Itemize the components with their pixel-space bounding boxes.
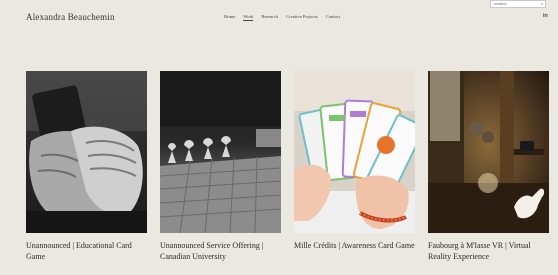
linkedin-icon[interactable]: in (543, 13, 548, 19)
nav-work[interactable]: Work (243, 14, 254, 21)
project-card-1[interactable]: Unannounced | Educational Card Game (26, 71, 147, 262)
project-title-4[interactable]: Faubourg à M'lasse VR | Virtual Reality … (428, 241, 549, 262)
nav-home[interactable]: Home (224, 14, 235, 21)
project-image-2[interactable] (160, 71, 281, 233)
nav-creative-projects[interactable]: Creative Projects (286, 14, 318, 21)
project-card-4[interactable]: Faubourg à M'lasse VR | Virtual Reality … (428, 71, 549, 262)
popup-text: available (494, 2, 507, 6)
status-popup: available × (490, 0, 546, 8)
close-icon[interactable]: × (541, 1, 543, 6)
project-title-1[interactable]: Unannounced | Educational Card Game (26, 241, 147, 262)
project-card-3[interactable]: Mille Crédits | Awareness Card Game (294, 71, 415, 252)
main-nav: Home Work Research Creative Projects Con… (224, 14, 340, 21)
project-title-3[interactable]: Mille Crédits | Awareness Card Game (294, 241, 415, 252)
project-image-1[interactable] (26, 71, 147, 233)
site-title[interactable]: Alexandra Beauchemin (26, 12, 115, 22)
nav-research[interactable]: Research (261, 14, 278, 21)
project-image-4[interactable] (428, 71, 549, 233)
project-card-2[interactable]: Unannounced Service Offering | Canadian … (160, 71, 281, 262)
nav-contact[interactable]: Contact (326, 14, 340, 21)
project-title-2[interactable]: Unannounced Service Offering | Canadian … (160, 241, 281, 262)
project-image-3[interactable] (294, 71, 415, 233)
